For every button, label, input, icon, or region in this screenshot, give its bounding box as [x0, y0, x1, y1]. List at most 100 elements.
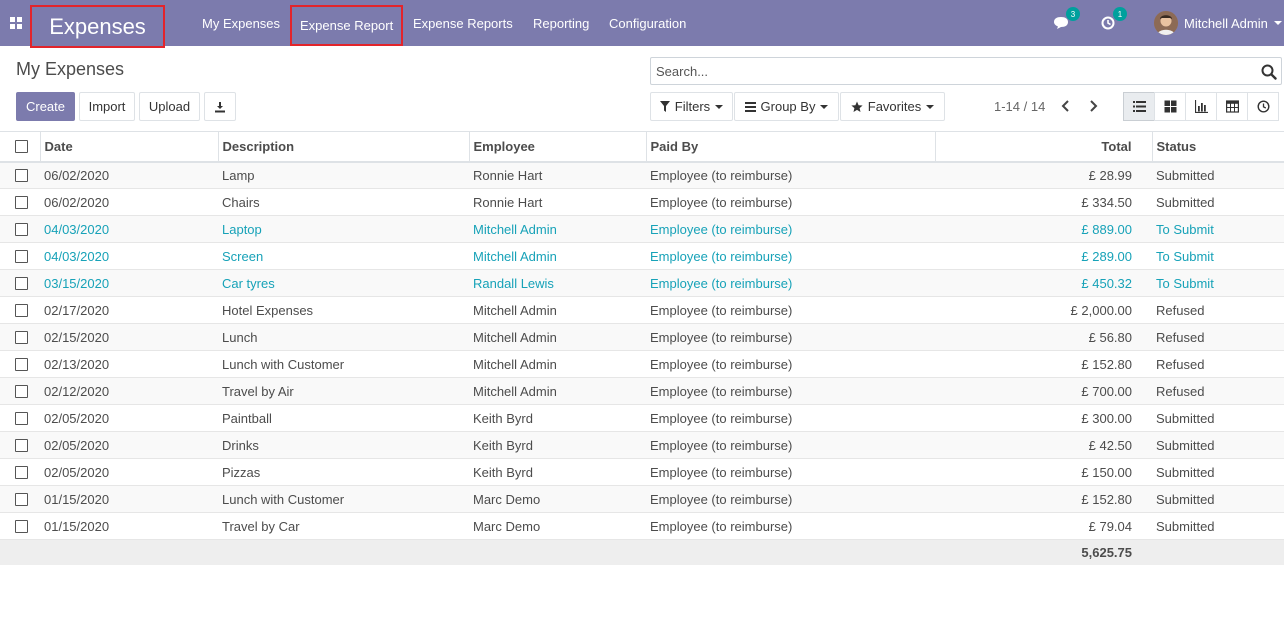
- messages-button[interactable]: [1053, 0, 1069, 46]
- favorites-label: Favorites: [867, 99, 922, 114]
- user-name: Mitchell Admin: [1184, 15, 1268, 31]
- select-all-checkbox[interactable]: [15, 139, 28, 153]
- list-view-button[interactable]: [1123, 92, 1155, 121]
- cell-date: 01/15/2020: [44, 491, 110, 507]
- menu-expense-reports[interactable]: Expense Reports: [413, 0, 513, 46]
- graph-view-button[interactable]: [1185, 92, 1217, 121]
- table-row[interactable]: 01/15/2020 Travel by Car Marc Demo Employee…: [0, 513, 1284, 540]
- row-checkbox[interactable]: [15, 168, 28, 182]
- cell-status: Refused: [1156, 302, 1205, 318]
- row-select-cell: [0, 459, 40, 486]
- table-row[interactable]: 06/02/2020 Chairs Ronnie Hart Employee (to …: [0, 189, 1284, 216]
- row-checkbox[interactable]: [15, 384, 28, 398]
- cell-date: 02/15/2020: [44, 329, 110, 345]
- chevron-left-icon[interactable]: [1058, 98, 1074, 114]
- group-by-button[interactable]: Group By: [734, 92, 839, 121]
- cell-description: Screen: [222, 248, 264, 264]
- row-checkbox[interactable]: [15, 519, 28, 533]
- cell-date: 04/03/2020: [44, 221, 110, 237]
- cell-date: 02/05/2020: [44, 410, 110, 426]
- cell-description: Paintball: [222, 410, 272, 426]
- table-row[interactable]: 04/03/2020 Screen Mitchell Admin Employee (…: [0, 243, 1284, 270]
- row-checkbox[interactable]: [15, 438, 28, 452]
- create-button[interactable]: Create: [16, 92, 75, 121]
- activity-view-button[interactable]: [1247, 92, 1279, 121]
- table-row[interactable]: 02/05/2020 Pizzas Keith Byrd Employee (to r…: [0, 459, 1284, 486]
- row-checkbox[interactable]: [15, 303, 28, 317]
- avatar: [1154, 11, 1178, 35]
- filter-icon: [659, 101, 670, 112]
- cell-date: 02/12/2020: [44, 383, 110, 399]
- row-checkbox[interactable]: [15, 195, 28, 209]
- menu-configuration[interactable]: Configuration: [609, 0, 686, 46]
- column-description[interactable]: Description: [217, 131, 469, 162]
- app-brand-label: Expenses: [49, 13, 146, 39]
- cell-total: £ 289.00: [1081, 248, 1132, 264]
- column-status[interactable]: Status: [1151, 131, 1284, 162]
- cell-status: Submitted: [1156, 518, 1215, 534]
- row-checkbox[interactable]: [15, 411, 28, 425]
- app-brand[interactable]: Expenses: [30, 5, 165, 48]
- activities-button[interactable]: [1101, 0, 1115, 46]
- cell-date: 02/17/2020: [44, 302, 110, 318]
- graph-view-icon: [1194, 100, 1208, 113]
- cell-employee: Marc Demo: [473, 491, 541, 507]
- row-checkbox[interactable]: [15, 465, 28, 479]
- menu-expense-report[interactable]: Expense Report: [290, 5, 404, 46]
- table-row[interactable]: 02/05/2020 Paintball Keith Byrd Employee (t…: [0, 405, 1284, 432]
- filters-button[interactable]: Filters: [650, 92, 733, 121]
- chevron-right-icon[interactable]: [1085, 98, 1101, 114]
- table-row[interactable]: 02/15/2020 Lunch Mitchell Admin Employee (t…: [0, 323, 1284, 351]
- table-row[interactable]: 02/05/2020 Drinks Keith Byrd Employee (to r…: [0, 431, 1284, 459]
- cell-description: Hotel Expenses: [222, 302, 314, 318]
- cell-status: Refused: [1156, 383, 1205, 399]
- cell-total: £ 300.00: [1081, 410, 1132, 426]
- row-select-cell: [0, 351, 40, 378]
- table-row[interactable]: 02/12/2020 Travel by Air Mitchell Admin Emp…: [0, 377, 1284, 405]
- cell-date: 03/15/2020: [44, 275, 110, 291]
- filters-caret-icon: [715, 104, 724, 109]
- cell-employee: Marc Demo: [473, 518, 541, 534]
- menu-my-expenses[interactable]: My Expenses: [202, 0, 280, 46]
- column-employee[interactable]: Employee: [468, 131, 646, 162]
- cell-employee: Keith Byrd: [473, 464, 533, 480]
- download-button[interactable]: [204, 92, 236, 121]
- table-header: Date Description Employee Paid By Total …: [0, 131, 1284, 162]
- cell-status: Submitted: [1156, 464, 1215, 480]
- cell-paid-by: Employee (to reimburse): [650, 356, 793, 372]
- search-input[interactable]: [651, 58, 1241, 84]
- row-checkbox[interactable]: [15, 249, 28, 263]
- column-paid-by[interactable]: Paid By: [645, 131, 935, 162]
- column-total[interactable]: Total: [934, 131, 1152, 162]
- row-checkbox[interactable]: [15, 330, 28, 344]
- cell-date: 04/03/2020: [44, 248, 110, 264]
- table-row[interactable]: 06/02/2020 Lamp Ronnie Hart Employee (to re…: [0, 161, 1284, 189]
- table-row[interactable]: 03/15/2020 Car tyres Randall Lewis Employee…: [0, 269, 1284, 297]
- table-row[interactable]: 02/13/2020 Lunch with Customer Mitchell Ad…: [0, 351, 1284, 378]
- kanban-view-button[interactable]: [1154, 92, 1186, 121]
- import-button[interactable]: Import: [79, 92, 135, 121]
- user-menu[interactable]: Mitchell Admin: [1154, 0, 1282, 46]
- activities-badge: 1: [1113, 7, 1127, 21]
- row-checkbox[interactable]: [15, 492, 28, 506]
- table-row[interactable]: 04/03/2020 Laptop Mitchell Admin Employee (…: [0, 215, 1284, 243]
- row-checkbox[interactable]: [15, 276, 28, 290]
- search-bar: [650, 57, 1282, 85]
- favorites-button[interactable]: Favorites: [840, 92, 945, 121]
- row-select-cell: [0, 513, 40, 540]
- pager-value[interactable]: 1-14 / 14: [994, 99, 1045, 114]
- apps-grid-icon[interactable]: [10, 17, 22, 29]
- row-select-cell: [0, 486, 40, 513]
- table-row[interactable]: 02/17/2020 Hotel Expenses Mitchell Admin Em…: [0, 297, 1284, 324]
- column-date[interactable]: Date: [39, 131, 218, 162]
- row-checkbox[interactable]: [15, 357, 28, 371]
- menu-reporting[interactable]: Reporting: [533, 0, 589, 46]
- row-checkbox[interactable]: [15, 222, 28, 236]
- cell-employee: Mitchell Admin: [473, 383, 557, 399]
- pivot-view-button[interactable]: [1216, 92, 1248, 121]
- upload-button[interactable]: Upload: [139, 92, 200, 121]
- group-by-caret-icon: [820, 104, 829, 109]
- search-icon[interactable]: [1261, 64, 1277, 80]
- cell-paid-by: Employee (to reimburse): [650, 464, 793, 480]
- table-row[interactable]: 01/15/2020 Lunch with Customer Marc Demo Em…: [0, 485, 1284, 513]
